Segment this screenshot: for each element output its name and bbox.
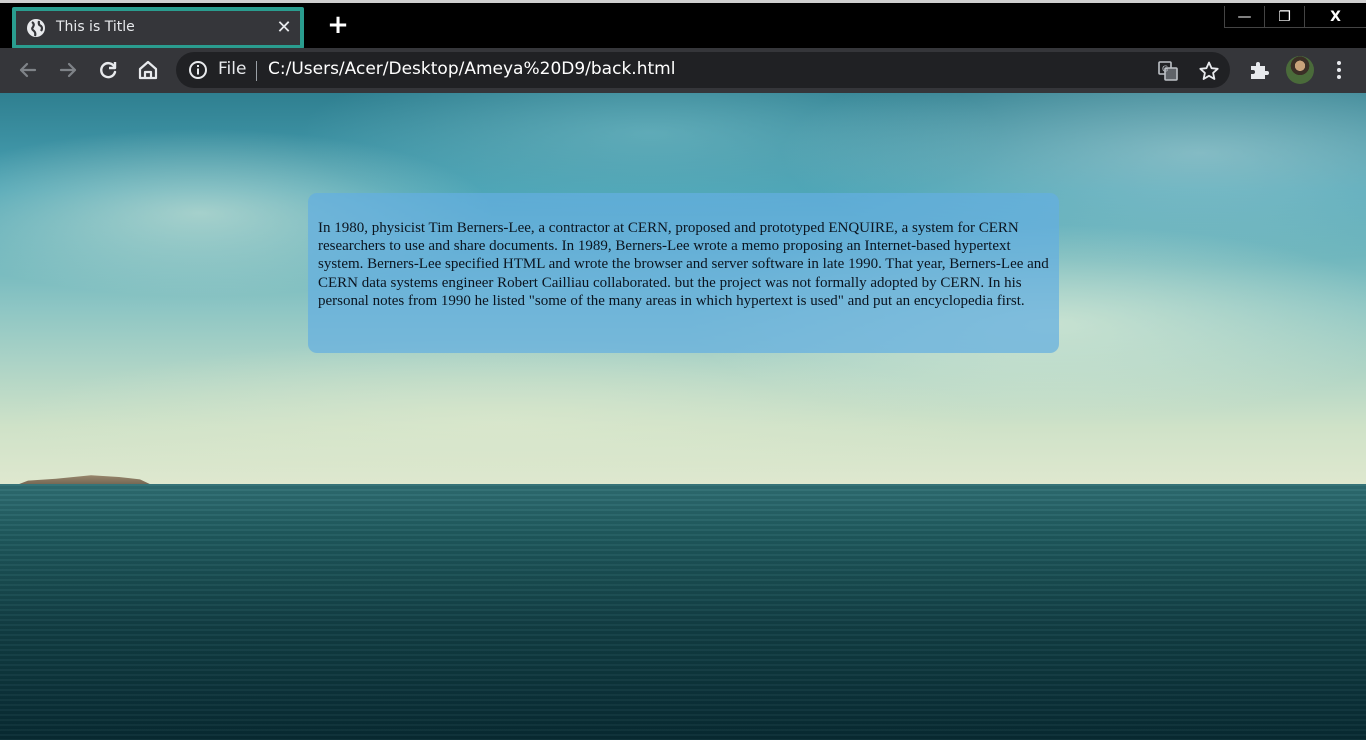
address-bar[interactable]: File C:/Users/Acer/Desktop/Ameya%20D9/ba… (176, 52, 1230, 88)
arrow-right-icon (59, 62, 77, 78)
reload-icon (100, 62, 117, 79)
browser-tab[interactable]: This is Title ✕ (12, 7, 304, 49)
tab-strip: This is Title ✕ + — ❐ X (0, 0, 1366, 49)
star-icon[interactable] (1198, 60, 1220, 82)
browser-toolbar: File C:/Users/Acer/Desktop/Ameya%20D9/ba… (0, 48, 1366, 93)
translate-icon[interactable]: G (1157, 60, 1179, 82)
content-box: In 1980, physicist Tim Berners-Lee, a co… (308, 193, 1059, 353)
background-sea-image (0, 484, 1366, 740)
profile-avatar[interactable] (1286, 56, 1314, 84)
kebab-menu-icon[interactable] (1327, 58, 1351, 82)
new-tab-button[interactable]: + (326, 12, 350, 38)
url-text[interactable]: C:/Users/Acer/Desktop/Ameya%20D9/back.ht… (268, 59, 675, 79)
scheme-separator (256, 61, 257, 81)
scheme-label: File (218, 59, 247, 79)
tab-close-icon[interactable]: ✕ (274, 18, 294, 38)
reload-button[interactable] (95, 57, 121, 83)
tab-title: This is Title (56, 19, 135, 35)
globe-icon (27, 19, 45, 37)
close-window-button[interactable]: X (1304, 6, 1366, 28)
window-controls: — ❐ X (1224, 6, 1366, 30)
page-viewport: In 1980, physicist Tim Berners-Lee, a co… (0, 93, 1366, 740)
minimize-button[interactable]: — (1224, 6, 1264, 28)
restore-button[interactable]: ❐ (1264, 6, 1304, 28)
content-paragraph: In 1980, physicist Tim Berners-Lee, a co… (318, 220, 1049, 309)
svg-text:G: G (1162, 65, 1168, 74)
forward-button[interactable] (55, 57, 81, 83)
back-button[interactable] (15, 57, 41, 83)
puzzle-icon[interactable] (1247, 58, 1271, 82)
home-button[interactable] (135, 57, 161, 83)
info-icon[interactable] (188, 60, 208, 80)
home-icon (138, 60, 158, 80)
arrow-left-icon (19, 62, 37, 78)
